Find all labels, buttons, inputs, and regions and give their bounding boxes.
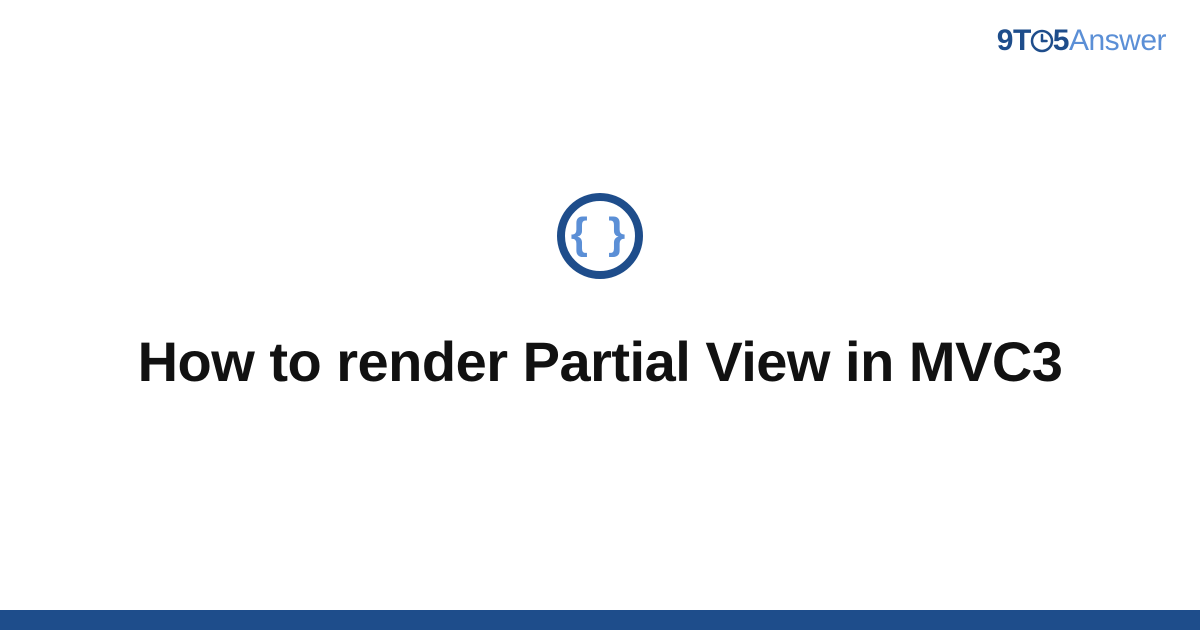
code-braces-icon: { } xyxy=(557,193,643,279)
page-title: How to render Partial View in MVC3 xyxy=(138,327,1063,397)
main-content: { } How to render Partial View in MVC3 xyxy=(0,0,1200,610)
braces-glyph: { } xyxy=(571,212,629,256)
footer-bar xyxy=(0,610,1200,630)
